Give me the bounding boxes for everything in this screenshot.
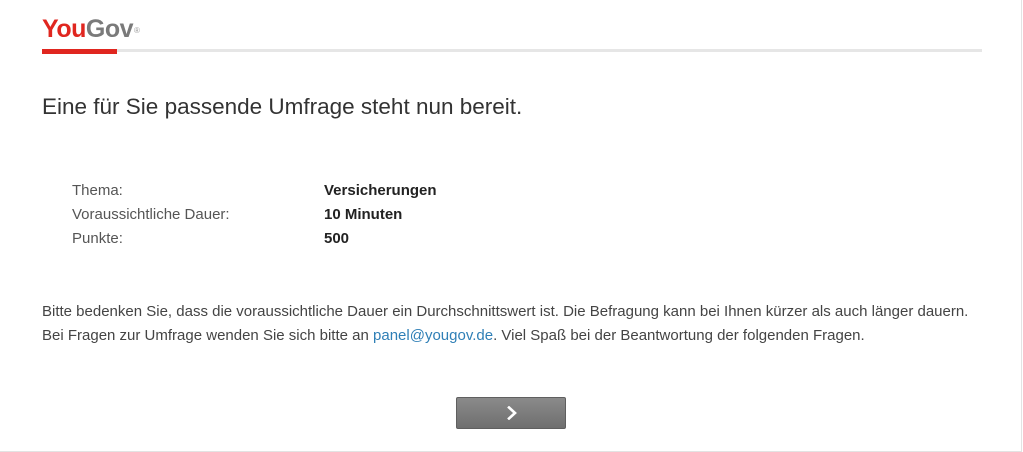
page-title: Eine für Sie passende Umfrage steht nun … (42, 94, 523, 119)
info-label: Punkte: (72, 230, 123, 247)
logo-you: You (42, 15, 86, 43)
chevron-right-icon (507, 406, 517, 420)
info-value: 10 Minuten (324, 206, 403, 223)
header-divider (42, 49, 982, 52)
logo-registered-mark: ® (134, 26, 140, 35)
survey-progress-bar (42, 49, 117, 54)
logo-gov: Gov (85, 15, 134, 43)
note-text-end: . Viel Spaß bei der Beantwortung der fol… (493, 327, 865, 344)
info-label: Thema: (72, 182, 123, 199)
info-value: Versicherungen (324, 182, 437, 199)
info-value: 500 (324, 230, 350, 247)
panel-email-link[interactable]: panel@yougov.de (373, 327, 493, 344)
next-button[interactable] (456, 397, 566, 429)
info-label: Voraussichtliche Dauer: (72, 206, 230, 223)
duration-note: Bitte bedenken Sie, dass die voraussicht… (42, 300, 987, 348)
page-frame: YouGov® Eine für Sie passende Umfrage st… (0, 0, 1022, 452)
yougov-logo: YouGov® (42, 14, 140, 44)
